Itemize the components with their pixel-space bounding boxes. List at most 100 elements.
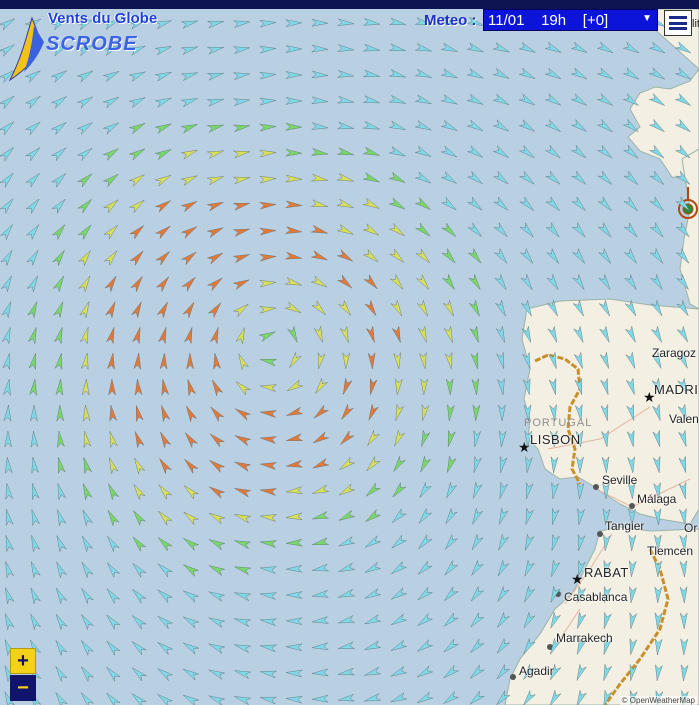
wind-arrow	[109, 431, 118, 448]
wind-arrow	[182, 668, 199, 681]
wind-arrow	[341, 403, 355, 420]
wind-arrow	[519, 196, 534, 211]
wind-arrow	[311, 44, 329, 53]
wind-arrow	[234, 461, 251, 472]
wind-arrow	[552, 508, 560, 525]
wind-map[interactable]: ★ ★ ★ Zaragoz MADRI Valen PORTUGAL LISBO…	[0, 9, 699, 705]
wind-arrow	[337, 173, 354, 182]
wind-arrow	[107, 353, 115, 371]
wind-arrow	[363, 44, 380, 52]
map-attribution[interactable]: © OpenWeatherMap	[619, 696, 697, 705]
wind-arrow	[623, 41, 640, 54]
city-label-zaragoza: Zaragoz	[652, 346, 697, 360]
wind-arrow	[471, 534, 484, 551]
wind-arrow	[285, 538, 303, 547]
wind-arrow	[158, 537, 173, 552]
wind-arrow	[416, 300, 428, 317]
wind-arrow	[551, 560, 561, 577]
wind-arrow	[81, 588, 94, 605]
wind-arrow	[521, 326, 531, 343]
wind-arrow	[83, 483, 93, 500]
wind-arrow	[336, 224, 354, 235]
wind-arrow	[628, 559, 637, 578]
wind-arrow	[338, 667, 355, 676]
wind-arrow	[343, 377, 353, 395]
wind-arrow	[336, 44, 354, 52]
wind-arrow	[232, 303, 249, 317]
wind-arrow	[311, 695, 329, 703]
wind-arrow	[570, 93, 587, 106]
wind-arrow	[391, 587, 407, 600]
wind-arrow	[180, 251, 197, 265]
meteo-select[interactable]: 11/01 19h [+0] ▼	[483, 9, 658, 31]
wind-arrow	[577, 612, 587, 629]
wind-arrow	[467, 222, 482, 237]
wind-arrow	[571, 41, 588, 53]
wind-arrow	[338, 589, 355, 598]
wind-arrow	[80, 327, 89, 344]
wind-arrow	[103, 122, 119, 135]
wind-arrow	[470, 638, 485, 653]
wind-arrow	[473, 482, 483, 499]
wind-arrow	[131, 641, 147, 656]
wind-arrow	[596, 67, 614, 80]
wind-arrow	[389, 43, 406, 51]
wind-arrow	[181, 226, 197, 239]
app-subtitle: SCROBE	[46, 33, 138, 55]
meteo-label: Meteo :	[424, 12, 477, 29]
layers-menu-button[interactable]	[664, 10, 692, 36]
zoom-in-button[interactable]: +	[10, 648, 36, 674]
wind-arrow	[393, 456, 406, 472]
wind-arrow	[414, 119, 432, 131]
wind-arrow	[336, 18, 355, 26]
wind-arrow	[572, 273, 585, 290]
city-label-tlemcen: Tlemcen	[647, 544, 694, 558]
wind-arrow	[551, 482, 559, 499]
wind-arrow	[311, 668, 329, 677]
wind-arrow	[364, 614, 381, 625]
wind-arrow	[596, 144, 613, 159]
wind-arrow	[365, 509, 381, 522]
wind-arrow	[209, 433, 225, 448]
wind-arrow	[362, 172, 380, 183]
wind-arrow	[183, 511, 200, 525]
wind-arrow	[30, 587, 42, 605]
wind-arrow	[675, 41, 692, 54]
wind-arrow	[25, 198, 40, 215]
wind-arrow	[259, 123, 277, 132]
wind-arrow	[342, 352, 351, 370]
wind-arrow	[259, 149, 277, 158]
wind-arrow	[390, 273, 404, 290]
wind-arrow	[260, 514, 278, 522]
wind-arrow	[418, 508, 432, 524]
wind-arrow	[650, 248, 663, 264]
wind-arrow	[623, 222, 638, 238]
meteo-selected-value: 11/01 19h [+0]	[488, 11, 609, 29]
wind-arrow	[131, 301, 142, 319]
wind-arrow	[390, 300, 402, 317]
wind-arrow	[576, 456, 584, 474]
wind-arrow	[523, 690, 536, 705]
wind-arrow	[392, 508, 407, 523]
zoom-out-button[interactable]: −	[10, 675, 36, 701]
wind-arrow	[417, 587, 433, 601]
wind-arrow	[182, 301, 195, 318]
wind-arrow	[680, 638, 688, 656]
wind-arrow	[679, 586, 688, 604]
city-label-lisbon: LISBON	[530, 432, 581, 447]
wind-arrow	[468, 273, 481, 290]
wind-arrow	[0, 147, 14, 162]
wind-arrow	[496, 690, 511, 705]
wind-arrow	[627, 455, 635, 473]
wind-arrow	[106, 692, 121, 705]
wind-arrow	[466, 67, 484, 79]
wind-arrow	[337, 249, 353, 262]
wind-arrow	[337, 300, 351, 316]
wind-arrow	[180, 149, 198, 160]
wind-arrow	[498, 404, 506, 422]
app-logo[interactable]: Vents du Globe SCROBE	[8, 8, 178, 83]
wind-arrow	[649, 170, 664, 185]
wind-arrow	[57, 431, 65, 449]
wind-arrow	[136, 405, 144, 422]
wind-arrow	[183, 590, 199, 603]
